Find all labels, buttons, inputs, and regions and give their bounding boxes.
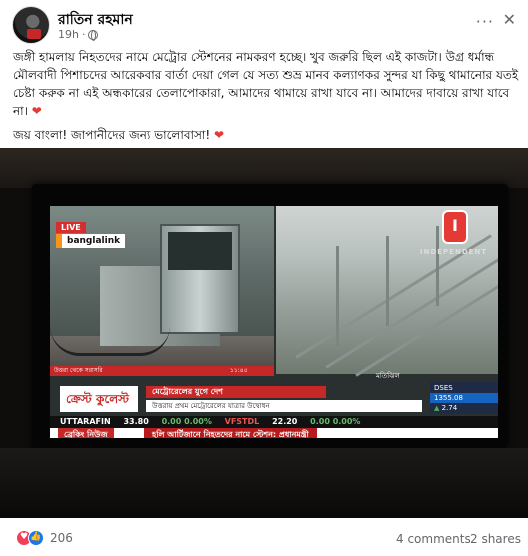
breaking-news-bar: ব্রেকিং নিউজ হলি আর্টিজানে নিহতদের নামে … [50, 428, 498, 438]
track-pillar [386, 236, 389, 326]
sponsor-logo: banglalink [56, 234, 126, 248]
track-pillar [336, 246, 339, 346]
ticker-value: 22.20 [272, 417, 298, 426]
dses-change: 2.74 [441, 404, 458, 412]
brand-box: ক্রেস্ট কুলেস্ট [60, 386, 138, 412]
post-paragraph: জয় বাংলা! জাপানীদের জন্য ভালোবাসা! ❤ [13, 126, 519, 144]
shares-link[interactable]: 2 shares [470, 532, 521, 546]
more-options-button[interactable]: ··· [476, 12, 494, 31]
ticker-change: 0.00 0.00% [310, 417, 361, 426]
comments-link[interactable]: 4 comments [396, 532, 471, 546]
live-badge: LIVE [56, 222, 86, 233]
track-line [355, 268, 498, 377]
headline-top: মেট্রোরেলের যুগে দেশ [146, 386, 326, 398]
reaction-count: 206 [50, 531, 73, 545]
channel-logo: I [442, 210, 468, 244]
post-meta: 19h · [58, 28, 99, 41]
breaking-news-label: ব্রেকিং নিউজ [58, 428, 114, 438]
post-time[interactable]: 19h [58, 28, 79, 41]
dses-label: DSES [434, 384, 453, 392]
ticker-value: 33.80 [123, 417, 149, 426]
time-caption: ১১:৪৫ [230, 367, 248, 374]
photo-wall [0, 148, 528, 188]
tv-screen: LIVE banglalink I INDEPENDENT উত্তরা থেক… [50, 206, 498, 438]
like-reaction-icon: 👍 [28, 530, 44, 546]
heart-emoji-icon: ❤ [214, 128, 225, 142]
post-paragraph-text: জঙ্গী হামলায় নিহতদের নামে মেট্রোর স্টেশ… [13, 50, 519, 118]
tv-stand-area [0, 448, 528, 518]
post-text: জঙ্গী হামলায় নিহতদের নামে মেট্রোর স্টেশ… [13, 48, 519, 150]
ticker-change: 0.00 0.00% [161, 417, 212, 426]
headline-sub: উত্তরায় প্রথম মেট্রোরেলের যাত্রার উদ্বো… [146, 400, 422, 412]
close-button[interactable]: ✕ [503, 10, 516, 29]
separator-dot: · [81, 28, 86, 41]
globe-icon [88, 29, 99, 41]
track-pillar [436, 226, 439, 306]
post-photo[interactable]: LIVE banglalink I INDEPENDENT উত্তরা থেক… [0, 148, 528, 518]
rope-barrier [50, 326, 170, 356]
channel-name: INDEPENDENT [420, 248, 488, 256]
track-line [325, 244, 498, 369]
post-paragraph-text: জয় বাংলা! জাপানীদের জন্য ভালোবাসা! [13, 128, 211, 142]
dses-index-box: DSES 1355.08 ▲ 2.74 [430, 382, 498, 414]
up-arrow-icon: ▲ [434, 404, 440, 412]
dses-value: 1355.08 [430, 393, 498, 403]
post-paragraph: জঙ্গী হামলায় নিহতদের নামে মেট্রোর স্টেশ… [13, 48, 519, 120]
train-window [168, 232, 232, 270]
right-location-caption: মতিঝিল [376, 372, 400, 380]
post-header: রাতিন রহমান 19h · ··· ✕ [12, 6, 516, 46]
post-footer: ♥ 👍 206 4 comments 2 shares [0, 522, 528, 556]
ticker-symbol: UTTARAFIN [60, 417, 111, 426]
ticker-symbol: VFSTDL [224, 417, 260, 426]
reactions-summary[interactable]: ♥ 👍 206 [16, 530, 73, 546]
stock-ticker: UTTARAFIN 33.80 0.00 0.00% VFSTDL 22.20 … [50, 416, 498, 428]
heart-emoji-icon: ❤ [31, 104, 42, 118]
breaking-news-text: হলি আর্টিজানে নিহতদের নামে স্টেশন: প্রধা… [144, 428, 317, 438]
avatar[interactable] [12, 6, 50, 44]
